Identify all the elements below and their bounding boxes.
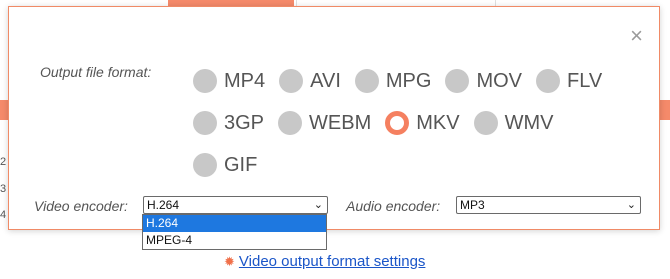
format-label: 3GP (224, 111, 265, 134)
format-label: MKV (416, 111, 460, 134)
radio-button[interactable] (278, 111, 303, 135)
format-option-mkv[interactable]: MKV (385, 111, 460, 135)
format-row: GIF (193, 144, 633, 186)
format-label: FLV (567, 69, 603, 92)
format-label: AVI (310, 69, 341, 92)
format-option-gif[interactable]: GIF (193, 153, 257, 177)
radio-button[interactable] (279, 69, 304, 93)
radio-button[interactable] (193, 153, 217, 177)
background-row-number: 3 (0, 183, 7, 195)
close-icon[interactable]: × (630, 25, 643, 47)
video-encoder-dropdown-list: H.264 MPEG-4 (142, 214, 327, 250)
format-option-flv[interactable]: FLV (536, 69, 602, 93)
audio-encoder-value: MP3 (460, 198, 485, 212)
output-format-label: Output file format: (40, 64, 152, 80)
format-label: WEBM (309, 111, 372, 134)
format-label: WMV (504, 111, 554, 134)
radio-button[interactable] (193, 69, 217, 93)
background-table-header-right (660, 100, 670, 120)
format-option-webm[interactable]: WEBM (278, 111, 371, 135)
video-encoder-label: Video encoder: (34, 198, 128, 214)
chevron-down-icon: ⌄ (313, 199, 323, 211)
radio-button[interactable] (354, 69, 379, 93)
format-option-mov[interactable]: MOV (445, 69, 522, 93)
background-row-number: 4 (0, 209, 7, 221)
radio-button[interactable] (193, 111, 217, 135)
video-output-settings-link-wrap[interactable]: ✹ Video output format settings (224, 252, 425, 270)
format-option-wmv[interactable]: WMV (473, 111, 554, 135)
chevron-down-icon: ⌄ (626, 199, 636, 211)
gear-icon: ✹ (224, 253, 235, 269)
format-row: 3GP WEBM MKV WMV (193, 102, 633, 144)
radio-button-checked[interactable] (385, 111, 410, 135)
dropdown-option-h264[interactable]: H.264 (143, 215, 326, 232)
format-options: MP4 AVI MPG MOV FLV 3GP WEBM MKV WMV GIF (193, 60, 633, 186)
video-output-settings-link[interactable]: Video output format settings (239, 253, 426, 270)
audio-encoder-label: Audio encoder: (346, 198, 441, 214)
output-format-dialog: × Output file format: MP4 AVI MPG MOV FL… (8, 6, 660, 230)
format-option-mp4[interactable]: MP4 (193, 69, 265, 93)
radio-button[interactable] (473, 111, 498, 135)
audio-encoder-select[interactable]: MP3 ⌄ (456, 196, 641, 214)
format-label: MP4 (224, 69, 266, 92)
format-option-avi[interactable]: AVI (279, 69, 341, 93)
format-label: GIF (224, 153, 258, 176)
format-option-mpg[interactable]: MPG (354, 69, 432, 93)
format-label: MPG (385, 69, 432, 92)
radio-button[interactable] (536, 69, 561, 93)
format-label: MOV (476, 69, 523, 92)
radio-button[interactable] (445, 69, 470, 93)
format-option-3gp[interactable]: 3GP (193, 111, 264, 135)
dropdown-option-mpeg4[interactable]: MPEG-4 (143, 232, 326, 249)
format-row: MP4 AVI MPG MOV FLV (193, 60, 633, 102)
video-encoder-value: H.264 (147, 198, 180, 212)
background-row-number: 2 (0, 156, 7, 168)
background-table-header-left (0, 100, 8, 120)
video-encoder-select[interactable]: H.264 ⌄ (143, 196, 328, 214)
